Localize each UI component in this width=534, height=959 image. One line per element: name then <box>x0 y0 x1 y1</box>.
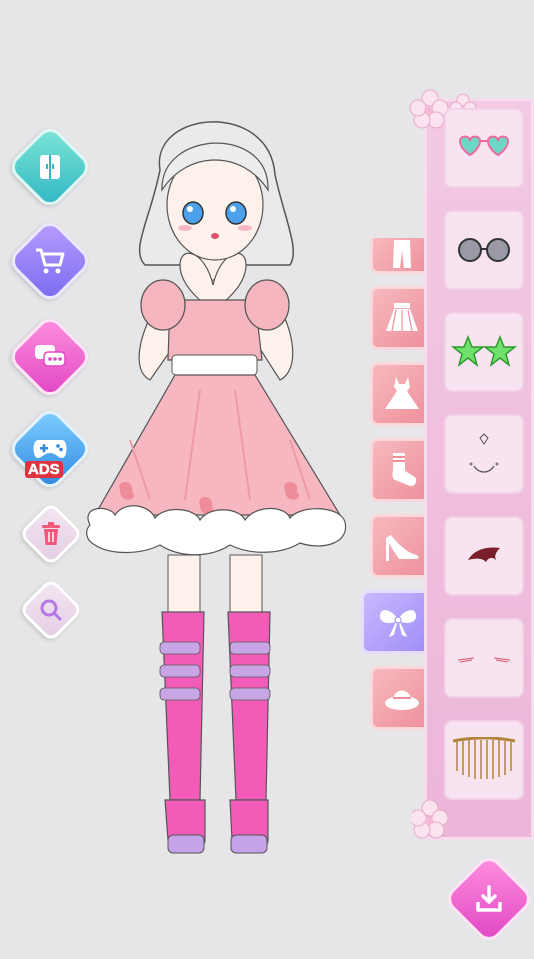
item-star-glasses[interactable] <box>444 312 524 392</box>
item-gold-fringe[interactable] <box>444 720 524 800</box>
ads-label: ADS <box>25 461 63 478</box>
delete-button[interactable] <box>18 501 84 567</box>
blush-lines-icon <box>457 657 511 663</box>
wardrobe-icon <box>22 139 78 195</box>
character <box>86 121 347 854</box>
sakura-flower-icon <box>412 799 449 839</box>
download-icon <box>459 869 519 929</box>
item-heart-glasses[interactable] <box>444 108 524 188</box>
pants-icon <box>392 239 411 268</box>
category-socks[interactable] <box>370 438 430 502</box>
item-blush-lines[interactable] <box>444 618 524 698</box>
item-bat-wing-mark[interactable] <box>444 516 524 596</box>
heart-glasses-icon <box>458 135 510 157</box>
item-face-decoration[interactable] <box>444 414 524 494</box>
dress-icon <box>384 377 419 409</box>
sock-icon <box>392 453 416 487</box>
category-shoes[interactable] <box>370 514 430 578</box>
high-heel-icon <box>385 535 418 561</box>
trash-icon <box>31 514 71 554</box>
star-glasses-icon <box>451 335 517 367</box>
category-skirt[interactable] <box>370 286 430 350</box>
gold-fringe-icon <box>452 737 516 779</box>
bat-wing-icon <box>468 547 500 562</box>
face-decoration-icon <box>469 433 499 473</box>
zoom-button[interactable] <box>18 577 84 643</box>
round-glasses-icon <box>458 238 510 262</box>
item-round-glasses[interactable] <box>444 210 524 290</box>
hat-icon <box>384 690 419 710</box>
game-screen: ADS <box>0 0 534 949</box>
category-hat[interactable] <box>370 666 430 730</box>
category-accessories[interactable] <box>361 590 431 654</box>
bow-icon <box>379 610 416 637</box>
category-dress[interactable] <box>370 362 430 426</box>
magnifier-icon <box>31 590 71 630</box>
skirt-icon <box>385 303 418 332</box>
download-button[interactable] <box>442 852 534 946</box>
category-pants[interactable] <box>370 238 430 274</box>
cart-icon <box>22 233 78 289</box>
chat-bubbles-icon <box>22 329 78 385</box>
